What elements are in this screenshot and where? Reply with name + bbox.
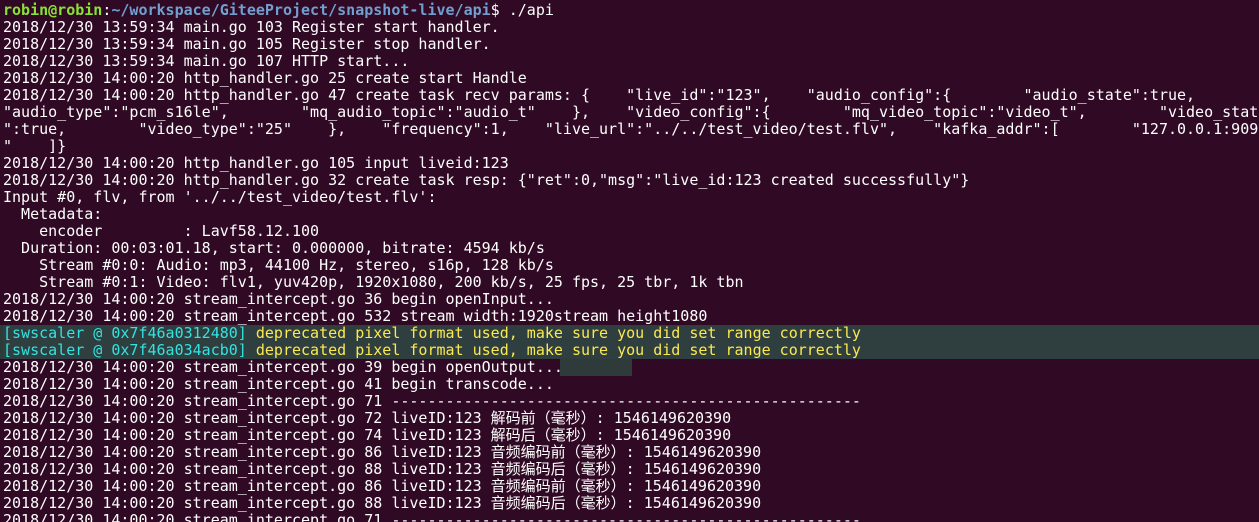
output-line: Duration: 00:03:01.18, start: 0.000000, … [3,240,545,257]
output-line: 2018/12/30 14:00:20 http_handler.go 32 c… [3,172,970,189]
output-line: 2018/12/30 14:00:20 http_handler.go 25 c… [3,70,527,87]
output-line: 2018/12/30 14:00:20 http_handler.go 47 c… [3,87,1196,104]
output-line: encoder : Lavf58.12.100 [3,223,320,240]
output-line: " ]} [3,138,67,155]
swscaler-warning-line: [swscaler @ 0x7f46a034acb0] deprecated p… [3,342,1259,359]
output-line: "audio_type":"pcm_s16le", "mq_audio_topi… [3,104,1259,121]
swscaler-prefix: [swscaler @ 0x7f46a0312480] [3,325,247,342]
swscaler-prefix: [swscaler @ 0x7f46a034acb0] [3,342,247,359]
output-line: 2018/12/30 14:00:20 stream_intercept.go … [3,376,554,393]
terminal-window[interactable]: robin@robin:~/workspace/GiteeProject/sna… [0,0,1259,522]
output-line: 2018/12/30 14:00:20 stream_intercept.go … [3,512,861,522]
output-line: 2018/12/30 14:00:20 stream_intercept.go … [3,291,554,308]
output-line: 2018/12/30 14:00:20 stream_intercept.go … [3,410,732,427]
prompt-line: robin@robin:~/workspace/GiteeProject/sna… [3,2,1259,19]
prompt-symbol: $ [490,2,509,19]
prompt-user: robin@robin [3,2,103,19]
output-line: 2018/12/30 14:00:20 stream_intercept.go … [3,393,861,410]
prompt-command: ./api [508,2,554,19]
terminal-output: robin@robin:~/workspace/GiteeProject/sna… [3,2,1259,522]
output-line: 2018/12/30 14:00:20 stream_intercept.go … [3,495,762,512]
output-line: 2018/12/30 13:59:34 main.go 107 HTTP sta… [3,53,410,70]
output-line: 2018/12/30 14:00:20 http_handler.go 105 … [3,155,509,172]
output-line: Input #0, flv, from '../../test_video/te… [3,189,437,206]
output-line: Stream #0:1: Video: flv1, yuv420p, 1920x… [3,274,744,291]
swscaler-message: deprecated pixel format used, make sure … [246,342,861,359]
output-line: 2018/12/30 14:00:20 stream_intercept.go … [3,427,732,444]
output-line: Metadata: [3,206,103,223]
swscaler-warning-line: [swscaler @ 0x7f46a0312480] deprecated p… [3,325,1259,342]
output-line: 2018/12/30 14:00:20 stream_intercept.go … [3,461,762,478]
swscaler-message: deprecated pixel format used, make sure … [246,325,861,342]
output-line: 2018/12/30 14:00:20 stream_intercept.go … [3,308,708,325]
output-line: 2018/12/30 14:00:20 stream_intercept.go … [3,478,762,495]
output-line: 2018/12/30 14:00:20 stream_intercept.go … [3,444,762,461]
output-line: Stream #0:0: Audio: mp3, 44100 Hz, stere… [3,257,554,274]
prompt-path: ~/workspace/GiteeProject/snapshot-live/a… [111,2,491,19]
output-line: 2018/12/30 14:00:20 stream_intercept.go … [3,359,563,376]
output-line: 2018/12/30 13:59:34 main.go 103 Register… [3,19,500,36]
output-line: 2018/12/30 13:59:34 main.go 105 Register… [3,36,491,53]
output-line: ":true, "video_type":"25" }, "frequency"… [3,121,1259,138]
